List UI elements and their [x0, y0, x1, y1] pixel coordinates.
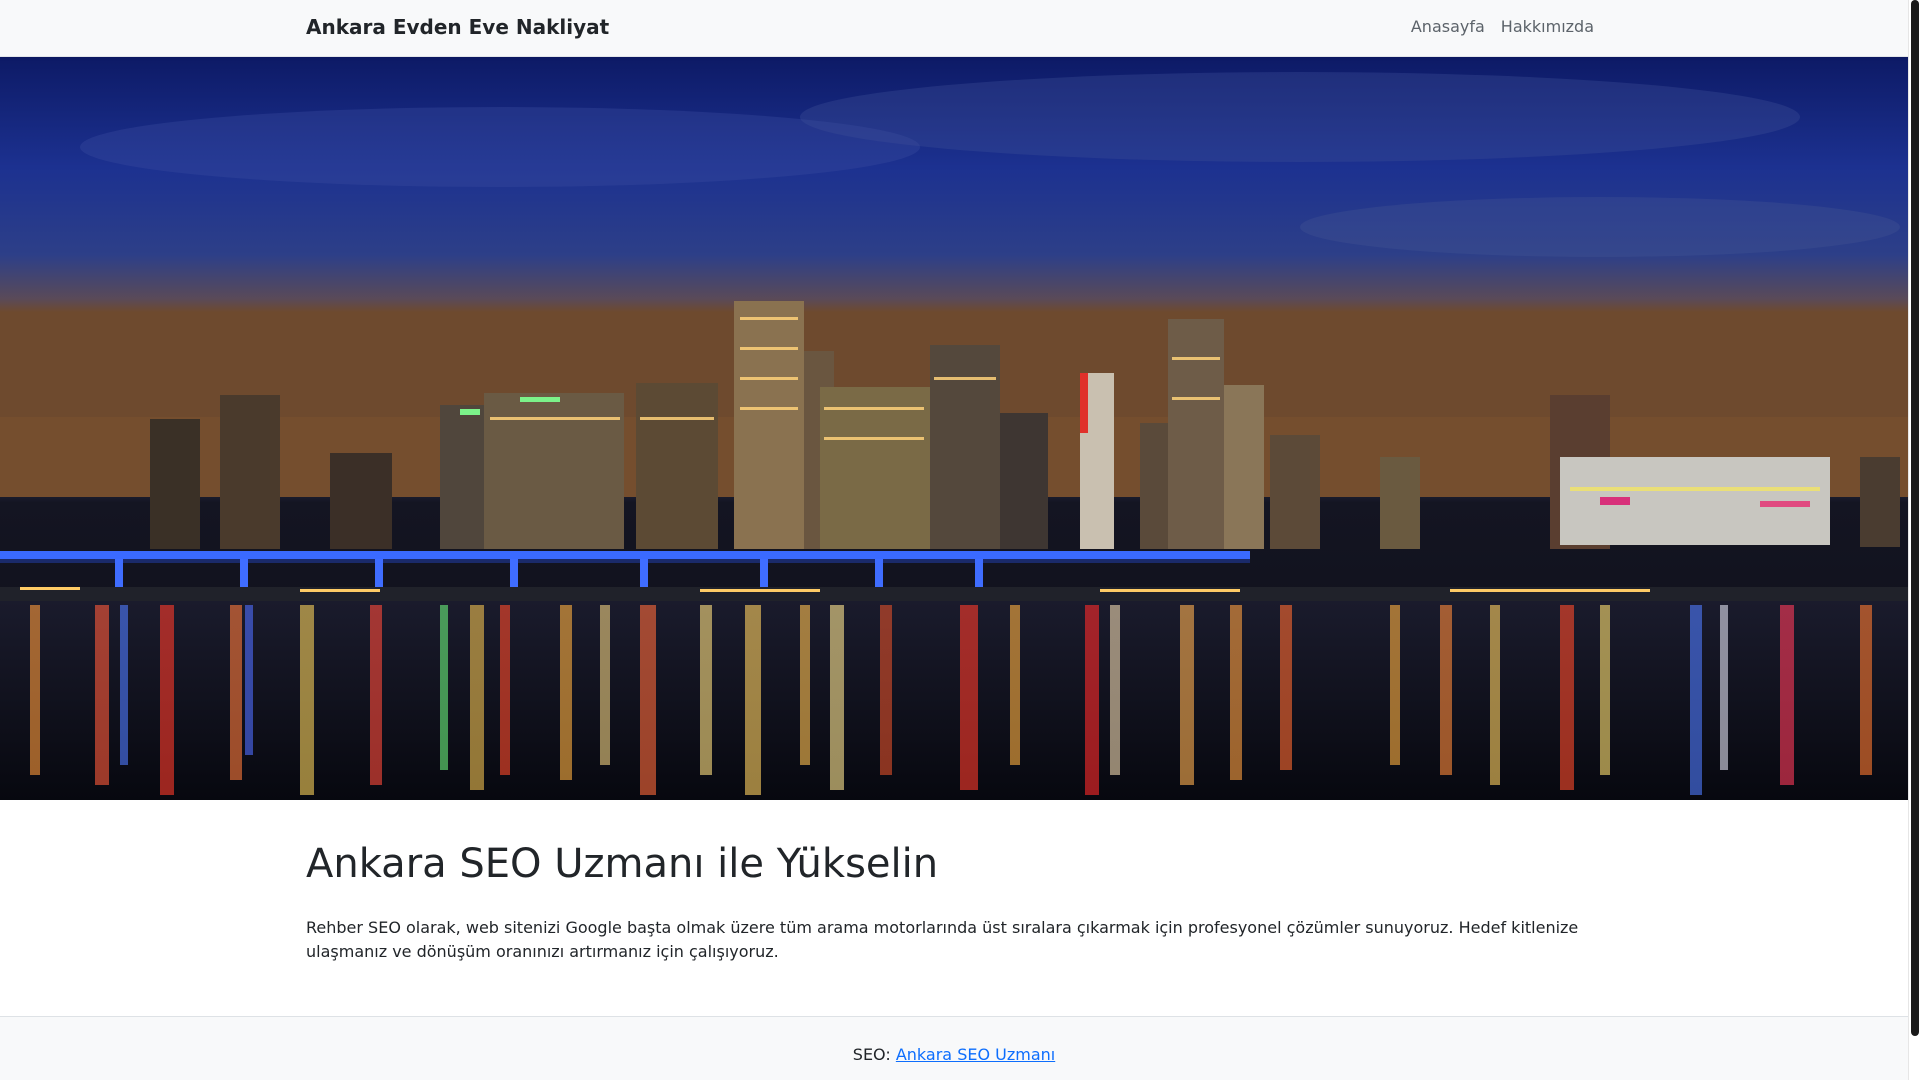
scrollbar-thumb[interactable] — [1911, 0, 1919, 1036]
nav-links: Anasayfa Hakkımızda — [1411, 17, 1594, 36]
main-content: Ankara SEO Uzmanı ile Yükselin Rehber SE… — [306, 840, 1602, 964]
page-title: Ankara SEO Uzmanı ile Yükselin — [306, 841, 939, 887]
footer-prefix: SEO: — [852, 1045, 891, 1064]
footer: SEO: Ankara SEO Uzmanı — [0, 1016, 1908, 1080]
nav-link-about[interactable]: Hakkımızda — [1501, 17, 1594, 36]
page-scrollbar[interactable] — [1908, 0, 1920, 1080]
night-city-skyline-icon — [0, 57, 1908, 800]
hero-image — [0, 57, 1908, 800]
intro-paragraph: Rehber SEO olarak, web sitenizi Google b… — [306, 918, 1579, 961]
browser-viewport: Ankara Evden Eve Nakliyat Anasayfa Hakkı… — [0, 0, 1908, 1080]
navbar-brand[interactable]: Ankara Evden Eve Nakliyat — [306, 15, 609, 39]
footer-seo-link[interactable]: Ankara SEO Uzmanı — [896, 1045, 1055, 1064]
nav-link-home[interactable]: Anasayfa — [1411, 17, 1485, 36]
page: Ankara Evden Eve Nakliyat Anasayfa Hakkı… — [0, 0, 1920, 1080]
navbar: Ankara Evden Eve Nakliyat Anasayfa Hakkı… — [0, 0, 1908, 57]
